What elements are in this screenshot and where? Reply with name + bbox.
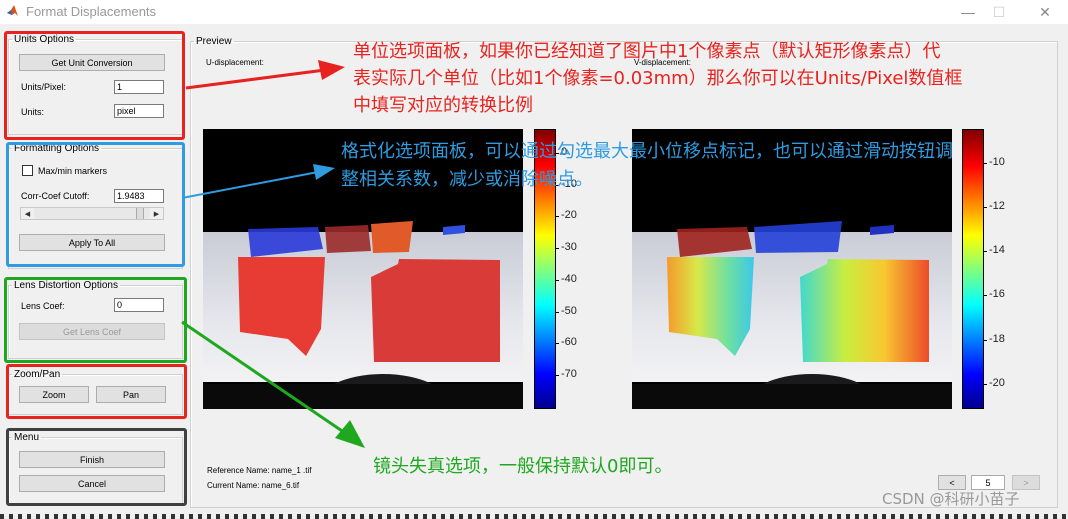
lens-distortion-panel: Lens Distortion Options <box>8 280 183 359</box>
colorbar-tick-mark <box>556 248 559 250</box>
preview-legend: Preview <box>196 36 232 47</box>
green-annotation: 镜头失真选项，一般保持默认0即可。 <box>373 456 673 477</box>
colorbar-tick-label: -20 <box>561 209 577 222</box>
corr-coef-label: Corr-Coef Cutoff: <box>21 191 90 201</box>
colorbar-tick-label: -70 <box>561 368 577 381</box>
blue-annotation-line: 整相关系数，减少或消除噪点。 <box>341 169 593 190</box>
close-button[interactable]: ✕ <box>1022 0 1068 24</box>
colorbar-tick-label: -16 <box>989 288 1005 301</box>
slider-left-arrow-icon[interactable]: ◀ <box>21 208 34 219</box>
zoom-pan-legend: Zoom/Pan <box>14 369 61 380</box>
colorbar-tick-label: -40 <box>561 272 577 285</box>
v-colorbar <box>962 129 984 409</box>
units-input[interactable] <box>114 104 164 118</box>
colorbar-tick-mark <box>984 251 987 253</box>
cancel-button[interactable]: Cancel <box>19 475 165 492</box>
colorbar-tick-label: -50 <box>561 304 577 317</box>
red-annotation-line: 中填写对应的转换比例 <box>353 95 533 116</box>
colorbar-tick-mark <box>984 295 987 297</box>
blue-annotation-line: 格式化选项面板，可以通过勾选最大最小位移点标记，也可以通过滑动按钮调 <box>341 141 953 162</box>
slider-thumb[interactable] <box>136 208 145 219</box>
colorbar-tick-label: -14 <box>989 244 1005 257</box>
u-field-right <box>371 259 500 362</box>
colorbar-tick-label: -30 <box>561 241 577 254</box>
lens-coef-label: Lens Coef: <box>21 301 65 311</box>
colorbar-tick-mark <box>984 339 987 341</box>
finish-button[interactable]: Finish <box>19 451 165 468</box>
reference-name: Reference Name: name_1 .tif <box>207 466 312 475</box>
colorbar-tick-mark <box>984 206 987 208</box>
get-unit-conversion-button[interactable]: Get Unit Conversion <box>19 54 165 71</box>
lens-distortion-legend: Lens Distortion Options <box>14 280 118 291</box>
red-annotation: 单位选项面板，如果你已经知道了图片中1个像素点（默认矩形像素点）代 表实际几个单… <box>353 38 962 119</box>
maximize-button[interactable]: ☐ <box>976 0 1022 24</box>
colorbar-tick-mark <box>984 162 987 164</box>
bottom-edge <box>0 514 1068 519</box>
menu-legend: Menu <box>14 432 40 443</box>
formatting-options-legend: Formatting Options <box>14 143 100 154</box>
menu-panel: Menu <box>8 432 183 504</box>
units-per-pixel-label: Units/Pixel: <box>21 82 67 92</box>
corr-coef-input[interactable] <box>114 189 164 203</box>
lens-coef-input[interactable] <box>114 298 164 312</box>
apply-to-all-button[interactable]: Apply To All <box>19 234 165 251</box>
colorbar-tick-mark <box>984 383 987 385</box>
close-icon: ✕ <box>1039 3 1051 20</box>
units-options-legend: Units Options <box>14 34 75 45</box>
zoom-button[interactable]: Zoom <box>19 386 89 403</box>
corr-coef-slider[interactable]: ◀ ▶ <box>20 207 164 220</box>
current-name: Current Name: name_6.tif <box>207 481 300 490</box>
watermark: CSDN @科研小苗子 <box>882 490 1020 508</box>
blue-annotation: 格式化选项面板，可以通过勾选最大最小位移点标记，也可以通过滑动按钮调 整相关系数… <box>341 138 953 194</box>
maximize-icon: ☐ <box>992 3 1006 20</box>
get-lens-coef-button[interactable]: Get Lens Coef <box>19 323 165 340</box>
red-annotation-line: 单位选项面板，如果你已经知道了图片中1个像素点（默认矩形像素点）代 <box>353 41 941 62</box>
v-field-right <box>800 259 929 362</box>
colorbar-tick-label: -10 <box>989 155 1005 168</box>
colorbar-tick-label: -20 <box>989 376 1005 389</box>
title-bar: Format Displacements — ☐ ✕ <box>0 0 1068 24</box>
slider-right-arrow-icon[interactable]: ▶ <box>150 208 163 219</box>
u-displacement-label: U-displacement: <box>206 58 264 67</box>
colorbar-tick-mark <box>556 343 559 345</box>
colorbar-tick-label: -18 <box>989 332 1005 345</box>
colorbar-tick-mark <box>556 216 559 218</box>
maxmin-markers-label: Max/min markers <box>38 166 108 176</box>
colorbar-tick-mark <box>556 279 559 281</box>
pan-button[interactable]: Pan <box>96 386 166 403</box>
units-label: Units: <box>21 107 45 117</box>
colorbar-tick-label: -60 <box>561 336 577 349</box>
window-title: Format Displacements <box>26 4 157 19</box>
colorbar-tick-mark <box>556 311 559 313</box>
colorbar-tick-label: -12 <box>989 199 1005 212</box>
colorbar-tick-mark <box>556 375 559 377</box>
matlab-icon <box>6 4 20 18</box>
red-annotation-line: 表实际几个单位（比如1个像素=0.03mm）那么你可以在Units/Pixel数… <box>353 68 963 89</box>
units-per-pixel-input[interactable] <box>114 80 164 94</box>
minimize-icon: — <box>961 4 975 20</box>
maxmin-markers-checkbox[interactable] <box>22 165 33 176</box>
